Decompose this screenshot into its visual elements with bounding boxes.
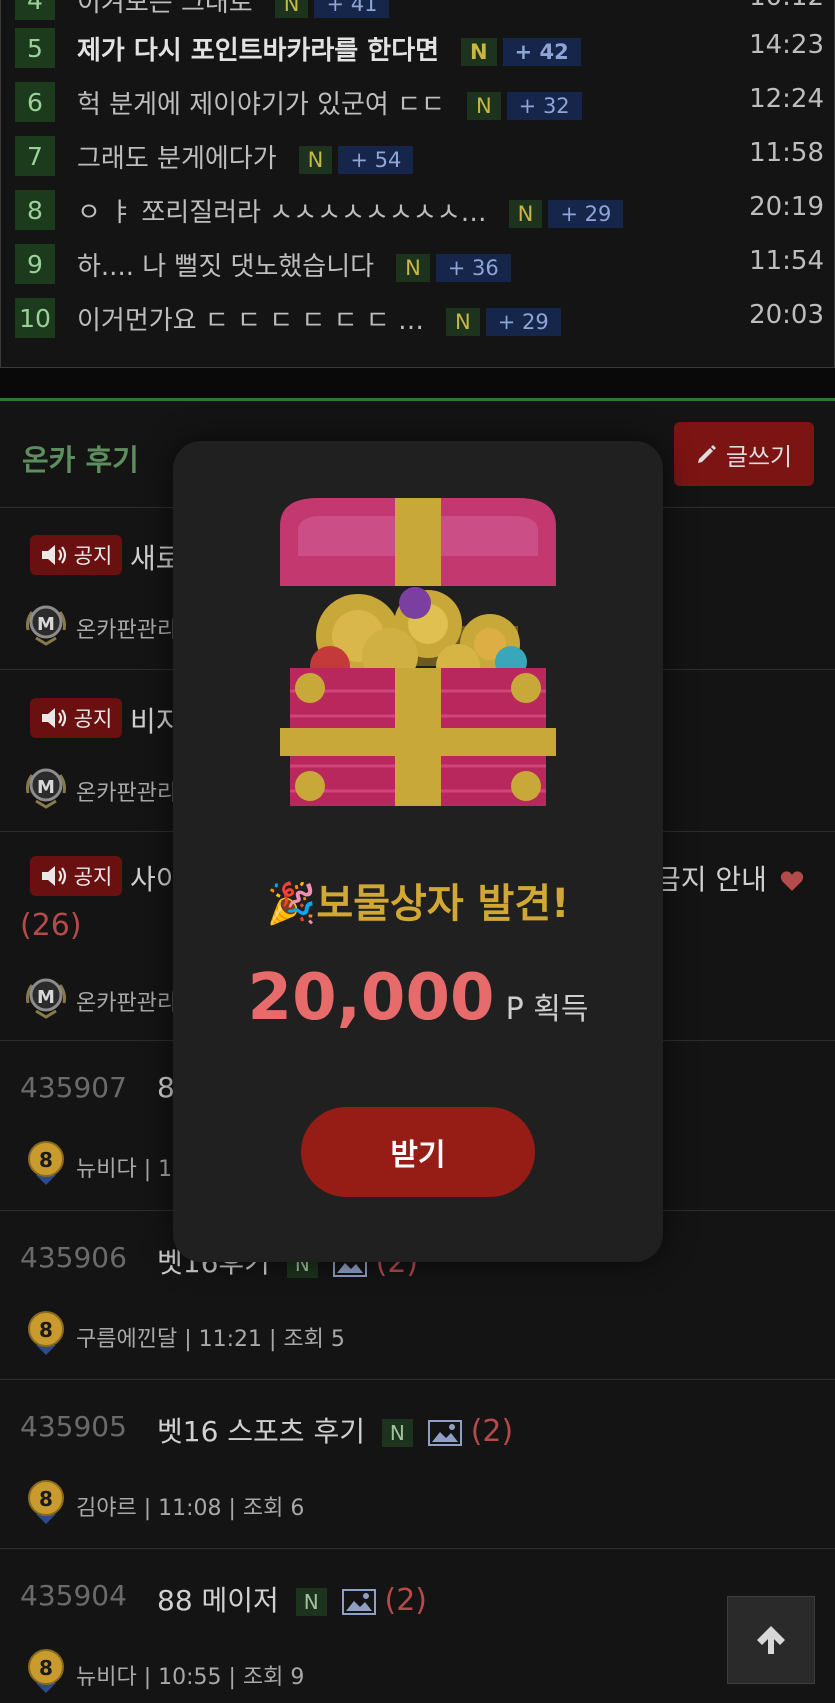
modal-title: 🎉보물상자 발견! bbox=[173, 871, 663, 929]
scroll-top-button[interactable] bbox=[727, 1596, 815, 1684]
modal-title-text: 보물상자 발견! bbox=[316, 881, 570, 927]
treasure-chest-icon bbox=[280, 498, 556, 806]
reward-unit: P 획득 bbox=[505, 992, 589, 1027]
claim-button[interactable]: 받기 bbox=[301, 1107, 535, 1197]
arrow-up-icon bbox=[757, 1626, 785, 1654]
reward-points: 20,000 bbox=[247, 961, 495, 1035]
party-popper-icon: 🎉 bbox=[266, 881, 317, 927]
reward-amount: 20,000 P 획득 bbox=[173, 961, 663, 1035]
treasure-modal: 🎉보물상자 발견! 20,000 P 획득 받기 bbox=[173, 441, 663, 1262]
